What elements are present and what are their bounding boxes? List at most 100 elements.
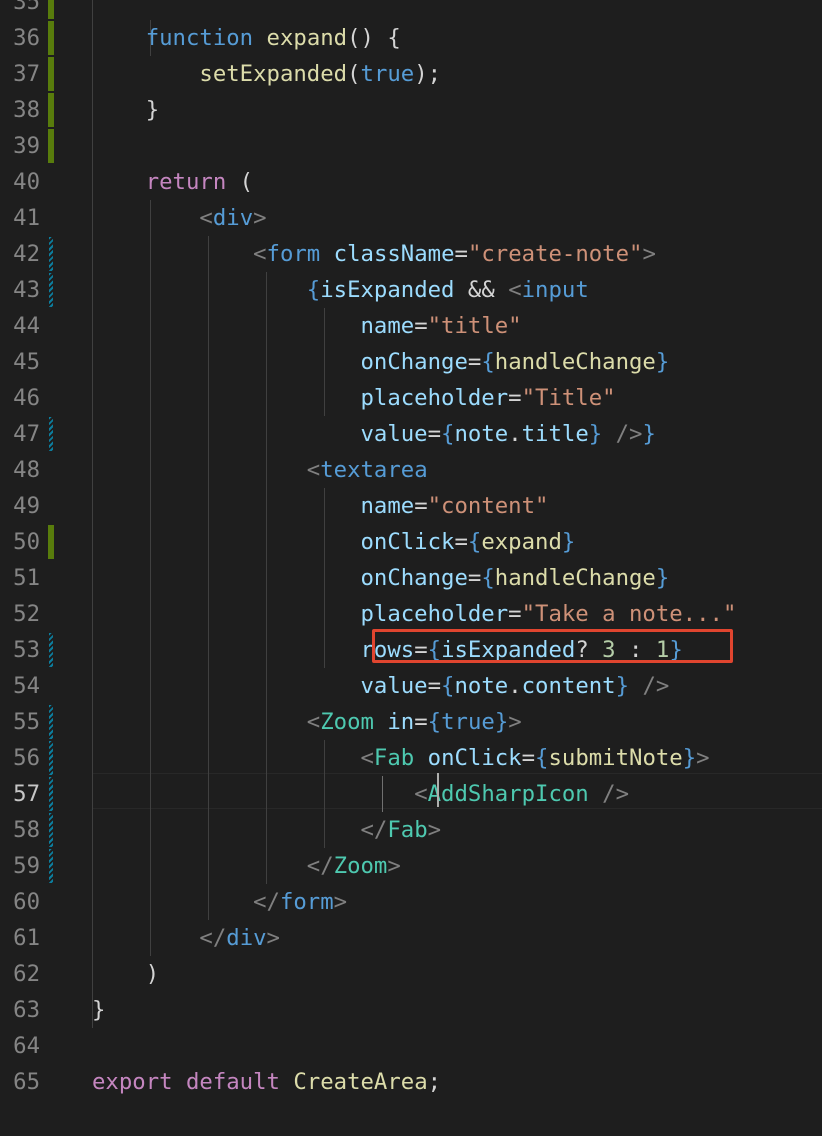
code-line[interactable]: 63} bbox=[0, 992, 822, 1028]
code-line[interactable]: 52 placeholder="Take a note..." bbox=[0, 596, 822, 632]
code-token: { bbox=[306, 277, 321, 303]
code-line[interactable]: 58 </Fab> bbox=[0, 812, 822, 848]
line-number: 41 bbox=[13, 205, 40, 231]
code-token: ( bbox=[347, 61, 361, 87]
line-number: 63 bbox=[13, 997, 40, 1023]
code-line[interactable]: 65 export default CreateArea; bbox=[0, 1064, 822, 1100]
code-line[interactable]: 43 {isExpanded && <input bbox=[0, 272, 822, 308]
code-token: } bbox=[655, 565, 670, 591]
code-token: handleChange bbox=[494, 349, 656, 375]
code-line[interactable]: 55 <Zoom in={true}> bbox=[0, 704, 822, 740]
line-number: 42 bbox=[13, 241, 40, 267]
code-text: <Zoom in={true}> bbox=[92, 704, 522, 740]
line-number: 47 bbox=[13, 421, 40, 447]
code-token: onChange bbox=[360, 565, 468, 591]
code-token: < bbox=[199, 205, 213, 231]
code-line[interactable]: 61 </div> bbox=[0, 920, 822, 956]
code-token: } bbox=[682, 745, 697, 771]
code-line[interactable]: 51 onChange={handleChange} bbox=[0, 560, 822, 596]
code-token: < bbox=[360, 745, 374, 771]
code-token: = bbox=[414, 709, 428, 735]
code-line[interactable]: 54 value={note.content} /> bbox=[0, 668, 822, 704]
code-token: () { bbox=[347, 25, 401, 51]
code-text: export default CreateArea; bbox=[92, 1064, 441, 1100]
code-token: } bbox=[615, 673, 630, 699]
code-line[interactable]: 44 name="title" bbox=[0, 308, 822, 344]
code-line[interactable]: 41 <div> bbox=[0, 200, 822, 236]
code-line[interactable]: 42 <form className="create-note"> bbox=[0, 236, 822, 272]
code-token: && bbox=[454, 277, 509, 303]
code-token: onClick bbox=[360, 529, 455, 555]
code-token: > bbox=[427, 817, 442, 843]
code-token: > bbox=[508, 709, 522, 735]
code-line[interactable]: 38 } bbox=[0, 92, 822, 128]
code-token: = bbox=[427, 421, 442, 447]
code-token: name bbox=[360, 313, 415, 339]
code-line[interactable]: 60 </form> bbox=[0, 884, 822, 920]
code-line[interactable]: 40 return ( bbox=[0, 164, 822, 200]
code-token: placeholder bbox=[360, 385, 509, 411]
line-number: 64 bbox=[13, 1033, 40, 1059]
code-token: /> bbox=[615, 421, 643, 447]
code-token: "Take a note..." bbox=[521, 601, 737, 627]
code-token: > bbox=[642, 241, 656, 267]
code-line[interactable]: 39 bbox=[0, 128, 822, 164]
code-token: </ bbox=[253, 889, 280, 915]
code-text: name="title" bbox=[92, 308, 521, 344]
code-text: function expand() { bbox=[92, 20, 401, 56]
code-text: <textarea bbox=[92, 452, 428, 488]
code-line[interactable]: 37 setExpanded(true); bbox=[0, 56, 822, 92]
code-token: { bbox=[481, 565, 495, 591]
code-token: > bbox=[387, 853, 401, 879]
code-token: < bbox=[414, 781, 428, 807]
code-token: form bbox=[266, 241, 321, 267]
code-line[interactable]: 36 function expand() { bbox=[0, 20, 822, 56]
code-line[interactable]: 50 onClick={expand} bbox=[0, 524, 822, 560]
code-token: { bbox=[467, 529, 482, 555]
code-token: true bbox=[360, 61, 415, 87]
code-token: > bbox=[253, 205, 267, 231]
code-token: < bbox=[253, 241, 267, 267]
code-token: . bbox=[508, 673, 522, 699]
code-line[interactable]: 49 name="content" bbox=[0, 488, 822, 524]
line-number: 65 bbox=[13, 1069, 40, 1095]
code-line[interactable]: 47 value={note.title} />} bbox=[0, 416, 822, 452]
line-number: 43 bbox=[13, 277, 40, 303]
code-line[interactable]: 35 bbox=[0, 0, 822, 20]
code-text: </Zoom> bbox=[92, 848, 401, 884]
code-token: "Title" bbox=[521, 385, 616, 411]
line-number: 40 bbox=[13, 169, 40, 195]
code-token: in bbox=[387, 709, 415, 735]
code-text: </Fab> bbox=[92, 812, 441, 848]
code-token: = bbox=[521, 745, 536, 771]
code-token: /> bbox=[602, 781, 630, 807]
code-token: placeholder bbox=[360, 601, 509, 627]
code-line[interactable]: 57 <AddSharpIcon /> bbox=[0, 776, 822, 812]
line-number: 46 bbox=[13, 385, 40, 411]
code-token: value bbox=[360, 673, 428, 699]
code-line[interactable]: 59 </Zoom> bbox=[0, 848, 822, 884]
code-token: title bbox=[521, 421, 589, 447]
code-text: </form> bbox=[92, 884, 347, 920]
code-token: form bbox=[279, 889, 334, 915]
code-token: value bbox=[360, 421, 428, 447]
code-line[interactable]: 62 ) bbox=[0, 956, 822, 992]
code-token: = bbox=[414, 493, 428, 519]
code-token: expand bbox=[481, 529, 562, 555]
code-line[interactable]: 45 onChange={handleChange} bbox=[0, 344, 822, 380]
line-number: 49 bbox=[13, 493, 40, 519]
code-token: > bbox=[266, 925, 280, 951]
code-line[interactable]: 64 bbox=[0, 1028, 822, 1064]
code-line[interactable]: 48 <textarea bbox=[0, 452, 822, 488]
code-line[interactable]: 46 placeholder="Title" bbox=[0, 380, 822, 416]
code-editor[interactable]: 35 36 function expand() {37 setExpanded(t… bbox=[0, 0, 822, 1136]
code-token: = bbox=[508, 601, 522, 627]
code-line[interactable]: 56 <Fab onClick={submitNote}> bbox=[0, 740, 822, 776]
